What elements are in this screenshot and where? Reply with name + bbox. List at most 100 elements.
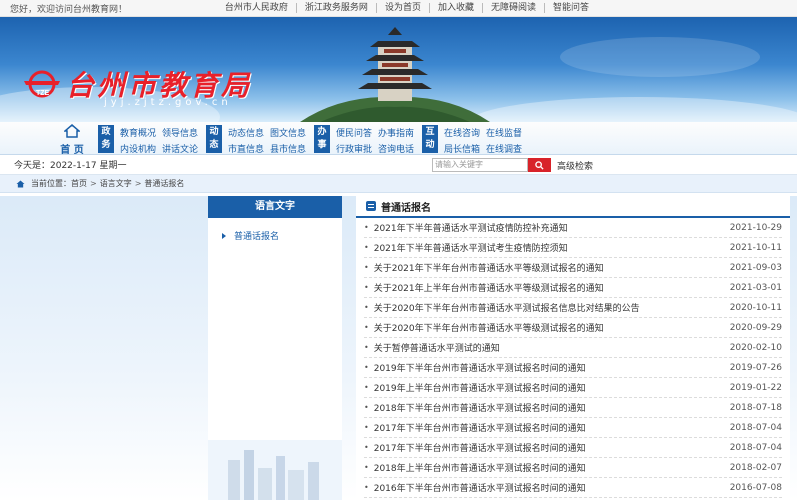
bullet-icon: • [364, 423, 369, 432]
nav-link[interactable]: 在线监督 [486, 126, 522, 139]
list-item[interactable]: • 2018年上半年台州市普通话水平测试报名时间的通知 2018-02-07 [364, 458, 782, 478]
pagoda-illustration [300, 27, 490, 122]
list-item-title[interactable]: 2021年下半年普通话水平测试考生疫情防控须知 [374, 241, 730, 254]
nav-link[interactable]: 图文信息 [270, 126, 306, 139]
list-item-date: 2020-09-29 [729, 322, 782, 333]
list-item-date: 2018-07-04 [729, 422, 782, 433]
list-item[interactable]: • 2017年下半年台州市普通话水平测试报名时间的通知 2018-07-04 [364, 418, 782, 438]
list-item-title[interactable]: 关于2021年上半年台州市普通话水平等级测试报名的通知 [374, 281, 730, 294]
list-item-title[interactable]: 2018年下半年台州市普通话水平测试报名时间的通知 [374, 401, 730, 414]
advanced-search-link[interactable]: 高级检索 [557, 159, 593, 172]
breadcrumb-item[interactable]: 首页 [71, 178, 87, 189]
list-item-date: 2021-10-11 [729, 242, 782, 253]
list-item[interactable]: • 2018年下半年台州市普通话水平测试报名时间的通知 2018-07-18 [364, 398, 782, 418]
document-icon [366, 201, 376, 211]
bullet-icon: • [364, 303, 369, 312]
list-item[interactable]: • 关于2021年上半年台州市普通话水平等级测试报名的通知 2021-03-01 [364, 278, 782, 298]
list-item-title[interactable]: 2017年下半年台州市普通话水平测试报名时间的通知 [374, 421, 730, 434]
nav-link[interactable]: 领导信息 [162, 126, 198, 139]
nav-group-interaction: 互动 在线咨询 在线监督 局长信箱 在线调查 [422, 125, 522, 155]
link-accessibility[interactable]: 无障碍阅读 [481, 3, 544, 13]
top-links: 台州市人民政府 浙江政务服务网 设为首页 加入收藏 无障碍阅读 智能问答 [217, 3, 597, 13]
main-nav: 首 页 政务 教育概况 领导信息 内设机构 讲话文论 动态 动态信息 图文信息 … [0, 122, 797, 156]
nav-tag-news: 动态 [206, 125, 222, 153]
cloud-decoration [560, 37, 760, 77]
search-button[interactable] [528, 158, 551, 172]
nav-link[interactable]: 教育概况 [120, 126, 156, 139]
list-item-title[interactable]: 关于暂停普通话水平测试的通知 [374, 341, 730, 354]
nav-link[interactable]: 市直信息 [228, 142, 264, 155]
bullet-icon: • [364, 223, 369, 232]
site-logo[interactable]: TZE 台州市教育局 jyj.zjtz.gov.cn [22, 64, 252, 108]
breadcrumb-item[interactable]: 语言文字 [100, 178, 132, 189]
list-item[interactable]: • 关于2020年下半年台州市普通话水平等级测试报名的通知 2020-09-29 [364, 318, 782, 338]
content-header: 普通话报名 [356, 196, 790, 218]
list-item-title[interactable]: 关于2021年下半年台州市普通话水平等级测试报名的通知 [374, 261, 730, 274]
nav-link[interactable]: 便民问答 [336, 126, 372, 139]
list-item[interactable]: • 关于2021年下半年台州市普通话水平等级测试报名的通知 2021-09-03 [364, 258, 782, 278]
content-title: 普通话报名 [381, 202, 431, 214]
list-item-title[interactable]: 2019年下半年台州市普通话水平测试报名时间的通知 [374, 361, 730, 374]
nav-link[interactable]: 在线咨询 [444, 126, 480, 139]
list-item-title[interactable]: 2016年下半年台州市普通话水平测试报名时间的通知 [374, 481, 730, 494]
bullet-icon: • [364, 323, 369, 332]
nav-link[interactable]: 局长信箱 [444, 142, 480, 155]
nav-link[interactable]: 行政审批 [336, 142, 372, 155]
news-list: • 2021年下半年普通话水平测试疫情防控补充通知 2021-10-29 • 2021年… [356, 218, 790, 498]
search-icon [535, 160, 544, 170]
nav-link[interactable]: 县市信息 [270, 142, 306, 155]
list-item-date: 2021-10-29 [729, 222, 782, 233]
breadcrumb-separator: > [134, 179, 142, 188]
link-add-favorite[interactable]: 加入收藏 [428, 3, 482, 13]
bullet-icon: • [364, 483, 369, 492]
list-item[interactable]: • 2016年下半年台州市普通话水平测试报名时间的通知 2016-07-08 [364, 478, 782, 498]
list-item-date: 2018-07-04 [729, 442, 782, 453]
list-item[interactable]: • 2017年下半年台州市普通话水平测试报名时间的通知 2018-07-04 [364, 438, 782, 458]
triangle-bullet-icon [222, 232, 226, 239]
nav-group-affairs: 政务 教育概况 领导信息 内设机构 讲话文论 [98, 125, 198, 155]
link-city-government[interactable]: 台州市人民政府 [217, 3, 296, 13]
list-item[interactable]: • 2021年下半年普通话水平测试疫情防控补充通知 2021-10-29 [364, 218, 782, 238]
list-item-title[interactable]: 关于2020年下半年台州市普通话水平等级测试报名的通知 [374, 321, 730, 334]
breadcrumb: 当前位置： 首页 > 语言文字 > 普通话报名 [0, 175, 797, 193]
list-item[interactable]: • 2019年下半年台州市普通话水平测试报名时间的通知 2019-07-26 [364, 358, 782, 378]
nav-home[interactable]: 首 页 [58, 124, 86, 156]
list-item-date: 2019-07-26 [729, 362, 782, 373]
cloud-decoration [470, 97, 797, 122]
list-item[interactable]: • 关于暂停普通话水平测试的通知 2020-02-10 [364, 338, 782, 358]
nav-link[interactable]: 办事指南 [378, 126, 414, 139]
list-item-date: 2016-07-08 [729, 482, 782, 493]
link-smart-qa[interactable]: 智能问答 [543, 3, 597, 13]
current-date: 今天是：2022-1-17 星期一 [14, 161, 127, 171]
header-banner: TZE 台州市教育局 jyj.zjtz.gov.cn [0, 17, 797, 122]
sidebar-item-putonghua-registration[interactable]: 普通话报名 [222, 229, 342, 242]
search-input[interactable]: 请输入关键字 [432, 158, 528, 172]
bullet-icon: • [364, 343, 369, 352]
bullet-icon: • [364, 243, 369, 252]
list-item[interactable]: • 2019年上半年台州市普通话水平测试报名时间的通知 2019-01-22 [364, 378, 782, 398]
list-item-title[interactable]: 2018年上半年台州市普通话水平测试报名时间的通知 [374, 461, 730, 474]
breadcrumb-item[interactable]: 普通话报名 [144, 178, 184, 189]
logo-emblem-icon: TZE [24, 70, 60, 98]
link-set-homepage[interactable]: 设为首页 [375, 3, 429, 13]
nav-link[interactable]: 内设机构 [120, 142, 156, 155]
list-item-title[interactable]: 2017年下半年台州市普通话水平测试报名时间的通知 [374, 441, 730, 454]
list-item-title[interactable]: 2021年下半年普通话水平测试疫情防控补充通知 [374, 221, 730, 234]
nav-link[interactable]: 讲话文论 [162, 142, 198, 155]
list-item[interactable]: • 2021年下半年普通话水平测试考生疫情防控须知 2021-10-11 [364, 238, 782, 258]
nav-link[interactable]: 在线调查 [486, 142, 522, 155]
list-item[interactable]: • 关于2020年下半年台州市普通话水平测试报名信息比对结果的公告 2020-10-… [364, 298, 782, 318]
content-panel: 普通话报名 • 2021年下半年普通话水平测试疫情防控补充通知 2021-10-29… [356, 196, 790, 500]
logo-emblem-text: TZE [36, 90, 50, 97]
nav-link[interactable]: 咨询电话 [378, 142, 414, 155]
list-item-title[interactable]: 关于2020年下半年台州市普通话水平测试报名信息比对结果的公告 [374, 301, 730, 314]
top-bar: 您好，欢迎访问台州教育网！ 台州市人民政府 浙江政务服务网 设为首页 加入收藏 … [0, 0, 797, 17]
nav-tag-affairs: 政务 [98, 125, 114, 153]
nav-link[interactable]: 动态信息 [228, 126, 264, 139]
link-zhejiang-service[interactable]: 浙江政务服务网 [295, 3, 376, 13]
list-item-title[interactable]: 2019年上半年台州市普通话水平测试报名时间的通知 [374, 381, 730, 394]
search-area: 请输入关键字 高级检索 [432, 158, 593, 172]
nav-home-label: 首 页 [60, 145, 84, 156]
bullet-icon: • [364, 363, 369, 372]
bullet-icon: • [364, 463, 369, 472]
